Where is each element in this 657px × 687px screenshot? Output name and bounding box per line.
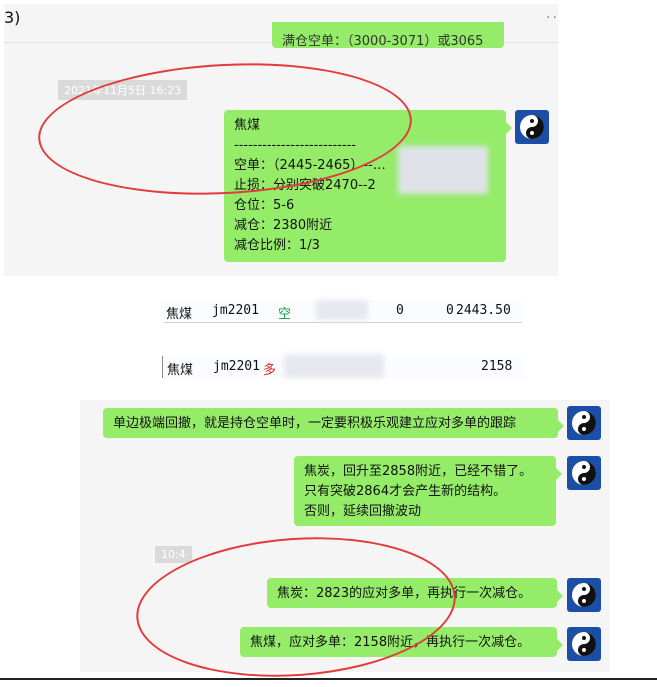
position-side: 多 <box>263 363 277 378</box>
redaction-blur <box>316 300 368 320</box>
yin-yang-icon <box>572 411 596 435</box>
yin-yang-icon <box>572 461 596 485</box>
avatar[interactable] <box>567 456 601 490</box>
position-side: 空 <box>278 307 292 322</box>
position-name: 焦煤 <box>166 307 193 322</box>
avatar[interactable] <box>567 578 601 612</box>
message-timestamp: 10:4 <box>155 546 192 563</box>
message-text: 单边极端回撤，就是持仓空单时，一定要积极乐观建立应对多单的跟踪 <box>113 416 517 431</box>
redaction-blur <box>398 146 488 194</box>
message-line: 否则，延续回撤波动 <box>304 504 422 519</box>
message-line-reduce: 减仓：2380附近 <box>234 218 333 233</box>
avatar[interactable] <box>515 110 549 144</box>
position-code: jm2201 <box>213 359 260 374</box>
partial-message-bubble[interactable]: 满仓空单：（3000-3071）或3065 <box>272 22 504 48</box>
message-line: 焦炭，回升至2858附近，已经不错了。 <box>304 464 533 479</box>
position-price: 2443.50 <box>456 303 511 318</box>
position-price: 2158 <box>481 359 513 374</box>
message-bubble[interactable]: 焦炭，回升至2858附近，已经不错了。 只有突破2864才会产生新的结构。 否则… <box>294 456 562 526</box>
redaction-blur <box>284 354 384 378</box>
yin-yang-icon <box>572 583 596 607</box>
yin-yang-icon <box>520 115 544 139</box>
position-value: 0 <box>396 303 404 318</box>
avatar[interactable] <box>567 406 601 440</box>
position-code: jm2201 <box>212 303 259 318</box>
avatar[interactable] <box>567 627 601 661</box>
message-line: 只有突破2864才会产生新的结构。 <box>304 484 507 499</box>
yin-yang-icon <box>572 632 596 656</box>
corner-label: 3) <box>4 8 21 27</box>
position-value: 0 <box>446 303 454 318</box>
partial-message-text: 满仓空单：（3000-3071）或3065 <box>282 34 484 48</box>
position-name: 焦煤 <box>167 363 194 378</box>
message-line-position: 仓位：5-6 <box>234 198 295 213</box>
more-options-icon[interactable]: ·· <box>546 10 559 26</box>
message-line-reduce-ratio: 减仓比例：1/3 <box>234 238 320 253</box>
message-bubble[interactable]: 单边极端回撤，就是持仓空单时，一定要积极乐观建立应对多单的跟踪 <box>103 408 564 438</box>
